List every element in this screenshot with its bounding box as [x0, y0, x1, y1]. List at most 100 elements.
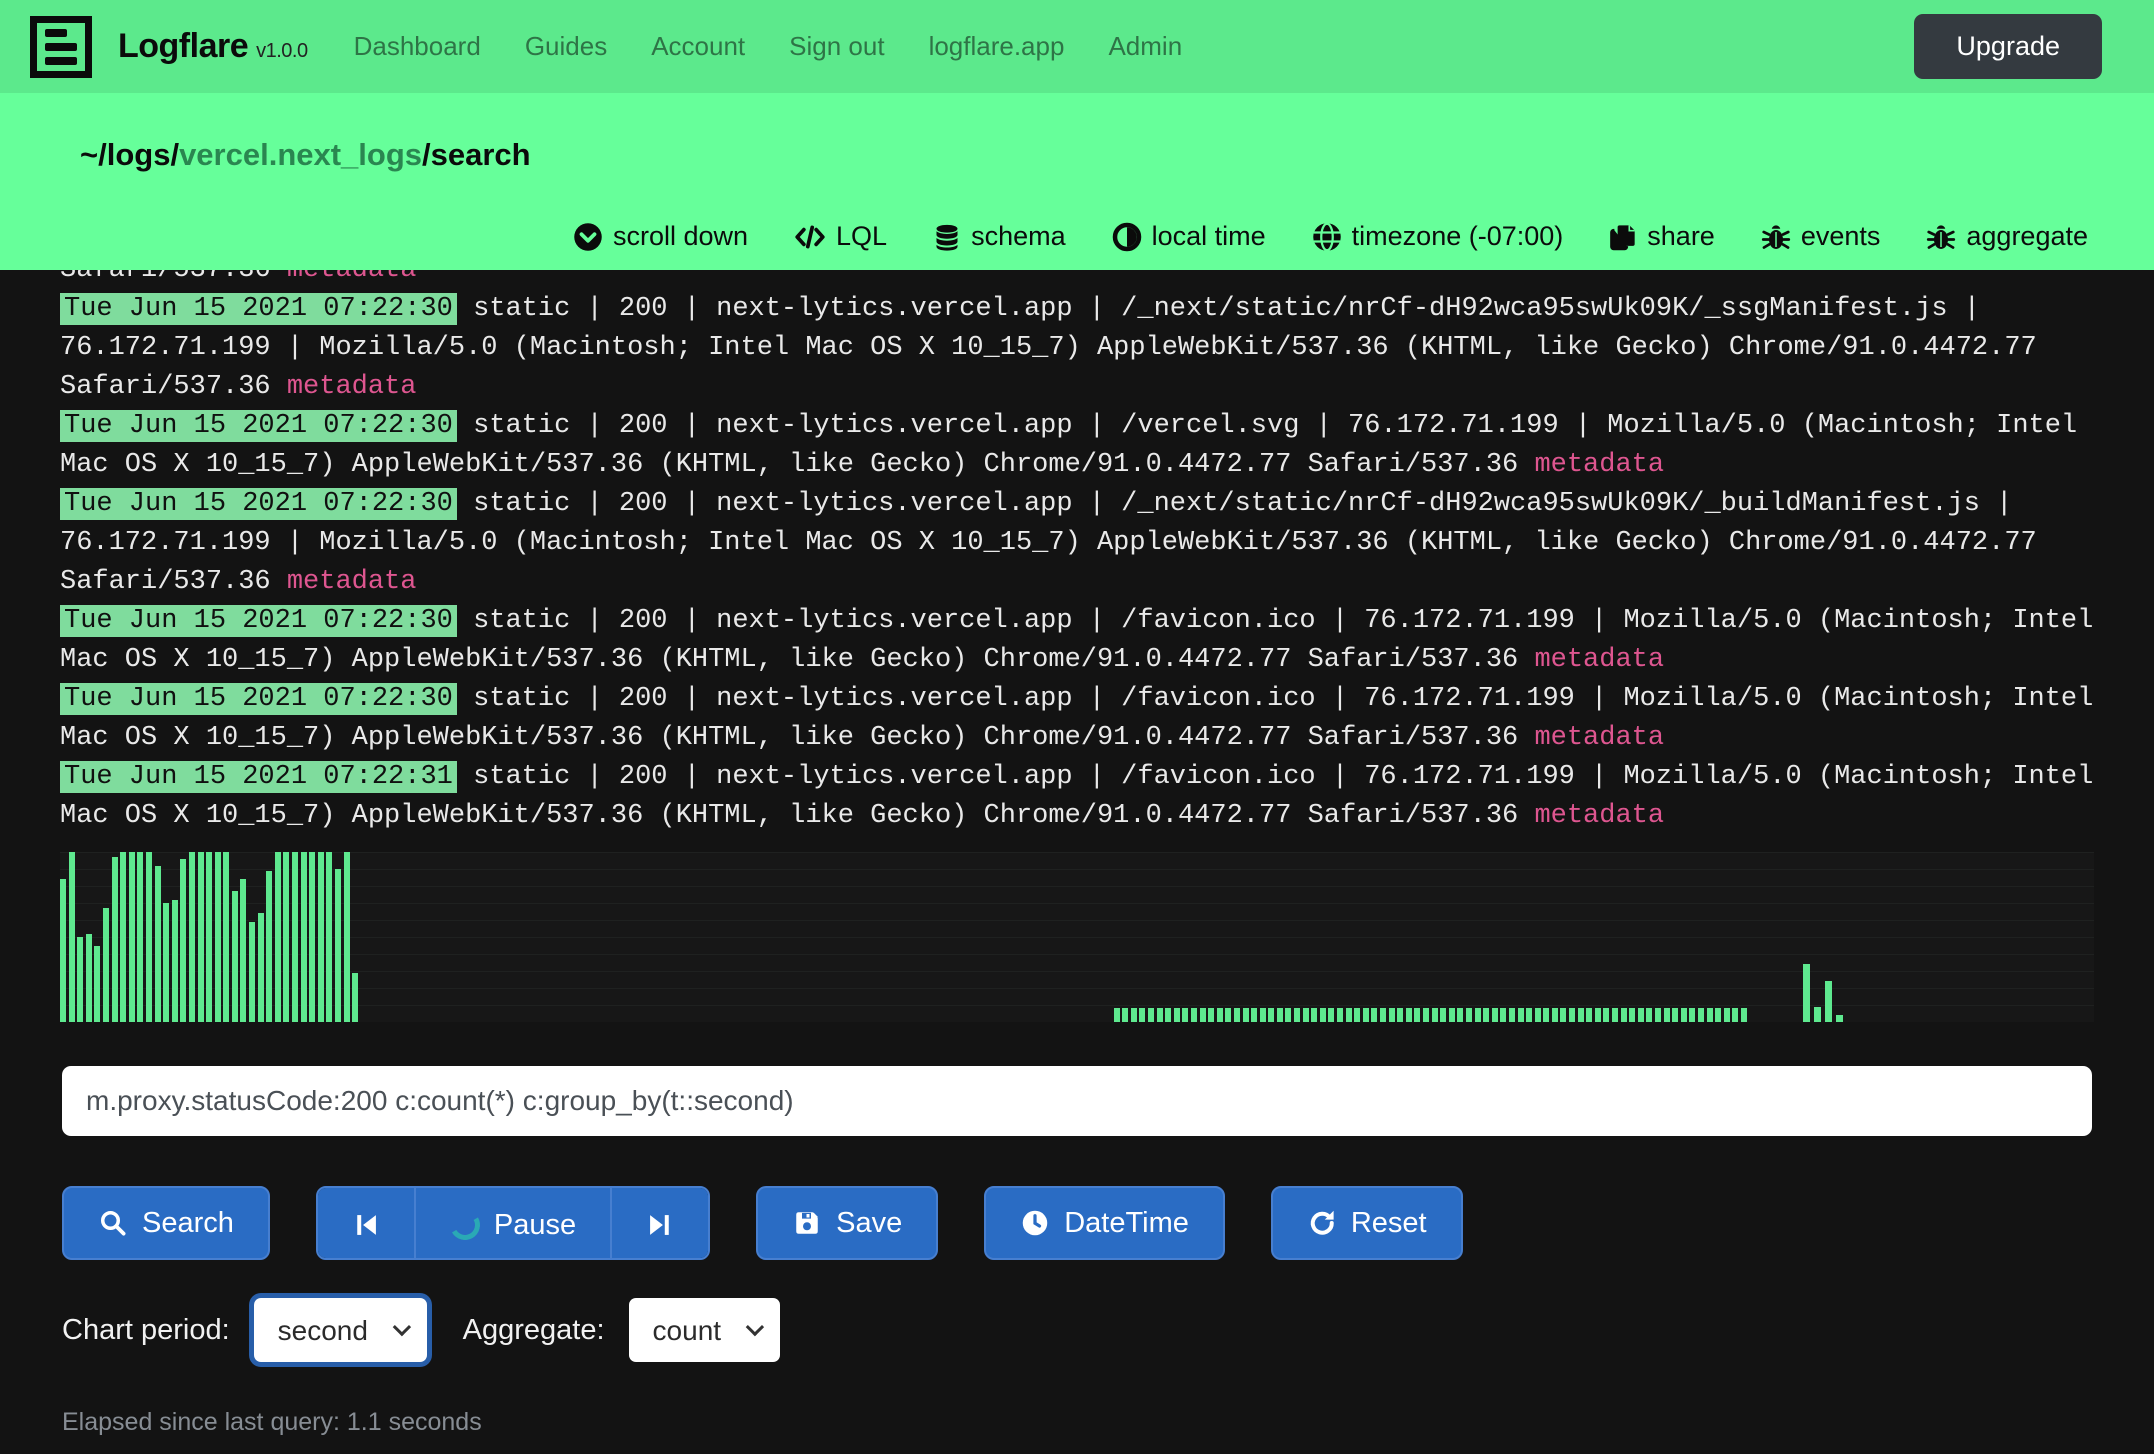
- metadata-link[interactable]: metadata: [287, 372, 417, 402]
- chart-bar: [1131, 1008, 1137, 1022]
- chart-bar: [60, 879, 66, 1022]
- chart-bar: [112, 857, 118, 1022]
- chart-bar: [1655, 1008, 1661, 1022]
- chart-bar: [1836, 1015, 1843, 1022]
- bug-icon: [1926, 222, 1956, 252]
- chart-bar: [1234, 1008, 1240, 1022]
- chart-bar: [1191, 1008, 1197, 1022]
- skip-forward-icon: [646, 1211, 674, 1239]
- tool-timezone-07-00-[interactable]: timezone (-07:00): [1312, 221, 1564, 252]
- chart-bar: [163, 903, 169, 1022]
- query-input[interactable]: [62, 1066, 2092, 1136]
- tool-aggregate[interactable]: aggregate: [1926, 221, 2088, 252]
- chart-bar: [318, 852, 324, 1022]
- nav-link-logflare-app[interactable]: logflare.app: [929, 31, 1065, 62]
- log-entry: Tue Jun 15 2021 07:22:31 static | 200 | …: [60, 758, 2105, 836]
- chart-bar: [1380, 1008, 1386, 1022]
- chart-bar: [1603, 1008, 1609, 1022]
- chart-bar: [120, 852, 126, 1022]
- nav-link-sign-out[interactable]: Sign out: [789, 31, 884, 62]
- chart-bar: [189, 852, 195, 1022]
- timestamp-chip: Tue Jun 15 2021 07:22:31: [60, 761, 457, 793]
- chart-bar: [1114, 1008, 1120, 1022]
- chart-bar: [94, 946, 100, 1023]
- aggregate-select-wrap: count: [629, 1298, 780, 1362]
- chart-bar: [1483, 1008, 1489, 1022]
- chart-bar: [275, 852, 281, 1022]
- metadata-link[interactable]: metadata: [1534, 645, 1664, 675]
- tool-events[interactable]: events: [1761, 221, 1881, 252]
- chart-bar: [1432, 1008, 1438, 1022]
- elapsed-status: Elapsed since last query: 1.1 seconds: [62, 1408, 2092, 1437]
- circle-chevron-down-icon: [573, 222, 603, 252]
- metadata-link[interactable]: metadata: [1534, 723, 1664, 753]
- chart-bar: [1492, 1008, 1498, 1022]
- chart-bar: [258, 913, 264, 1022]
- metadata-link[interactable]: metadata: [287, 567, 417, 597]
- chart-bar: [1346, 1008, 1352, 1022]
- search-toolbar: scroll down LQL schema local time timezone (…: [80, 221, 2088, 252]
- pause-button[interactable]: Pause: [414, 1188, 610, 1260]
- chart-bar: [1569, 1008, 1575, 1022]
- chart-bar: [1518, 1008, 1524, 1022]
- chart-bar: [240, 879, 246, 1022]
- histogram-chart: [60, 852, 2094, 1048]
- chart-bar: [137, 852, 143, 1022]
- search-icon: [98, 1208, 128, 1238]
- nav-link-guides[interactable]: Guides: [525, 31, 607, 62]
- adjust-icon: [1112, 222, 1142, 252]
- breadcrumb: ~/logs/vercel.next_logs/search: [80, 137, 2088, 173]
- chart-bar: [1371, 1008, 1377, 1022]
- chart-bar: [1612, 1008, 1618, 1022]
- chart-bar: [266, 871, 272, 1022]
- reset-button[interactable]: Reset: [1271, 1186, 1463, 1260]
- database-icon: [933, 222, 961, 252]
- log-entry: Tue Jun 15 2021 07:22:30 static | 200 | …: [60, 407, 2105, 485]
- breadcrumb-prefix: ~/logs/: [80, 137, 179, 172]
- metadata-link[interactable]: metadata: [1534, 801, 1664, 831]
- chart-bar: [1638, 1008, 1644, 1022]
- source-subheader: ~/logs/vercel.next_logs/search scroll do…: [0, 93, 2154, 270]
- chart-bar-cluster: [1803, 852, 1843, 1022]
- aggregate-select[interactable]: count: [629, 1298, 780, 1362]
- chart-bar: [1303, 1008, 1309, 1022]
- skip-backward-button[interactable]: [318, 1188, 414, 1260]
- chart-period-select-wrap: second: [254, 1298, 427, 1362]
- metadata-link[interactable]: metadata: [287, 270, 417, 285]
- save-button[interactable]: Save: [756, 1186, 938, 1260]
- chart-bar: [1629, 1008, 1635, 1022]
- chart-bar: [232, 891, 238, 1022]
- chart-bar: [129, 852, 135, 1022]
- nav-link-dashboard[interactable]: Dashboard: [354, 31, 481, 62]
- timestamp-chip: Tue Jun 15 2021 07:22:30: [60, 605, 457, 637]
- search-button[interactable]: Search: [62, 1186, 270, 1260]
- tool-scroll-down[interactable]: scroll down: [573, 221, 748, 252]
- tool-schema[interactable]: schema: [933, 221, 1066, 252]
- tool-local-time[interactable]: local time: [1112, 221, 1266, 252]
- timestamp-chip: Tue Jun 15 2021 07:22:30: [60, 410, 457, 442]
- skip-forward-button[interactable]: [610, 1188, 708, 1260]
- chart-bar: [1285, 1008, 1291, 1022]
- chart-period-select[interactable]: second: [254, 1298, 427, 1362]
- chart-bar-cluster: [1114, 852, 1747, 1022]
- chart-bar: [1741, 1008, 1747, 1022]
- chart-bar: [1363, 1008, 1369, 1022]
- chart-bar: [1664, 1008, 1670, 1022]
- metadata-link[interactable]: metadata: [1534, 450, 1664, 480]
- chart-bar: [1825, 981, 1832, 1022]
- upgrade-button[interactable]: Upgrade: [1914, 14, 2102, 79]
- breadcrumb-source-link[interactable]: vercel.next_logs: [179, 137, 422, 172]
- nav-link-admin[interactable]: Admin: [1108, 31, 1182, 62]
- tool-label: timezone (-07:00): [1352, 221, 1564, 252]
- datetime-button[interactable]: DateTime: [984, 1186, 1225, 1260]
- clock-icon: [1020, 1208, 1050, 1238]
- nav-link-account[interactable]: Account: [651, 31, 745, 62]
- tool-label: scroll down: [613, 221, 748, 252]
- chart-bar: [1423, 1008, 1429, 1022]
- spinner-icon: [447, 1207, 484, 1244]
- chart-bar: [1208, 1008, 1214, 1022]
- tool-share[interactable]: share: [1609, 221, 1715, 252]
- nav-links: Dashboard Guides Account Sign out logflare.a…: [354, 31, 1183, 62]
- logflare-logo-icon[interactable]: [30, 16, 92, 78]
- tool-lql[interactable]: LQL: [794, 221, 887, 252]
